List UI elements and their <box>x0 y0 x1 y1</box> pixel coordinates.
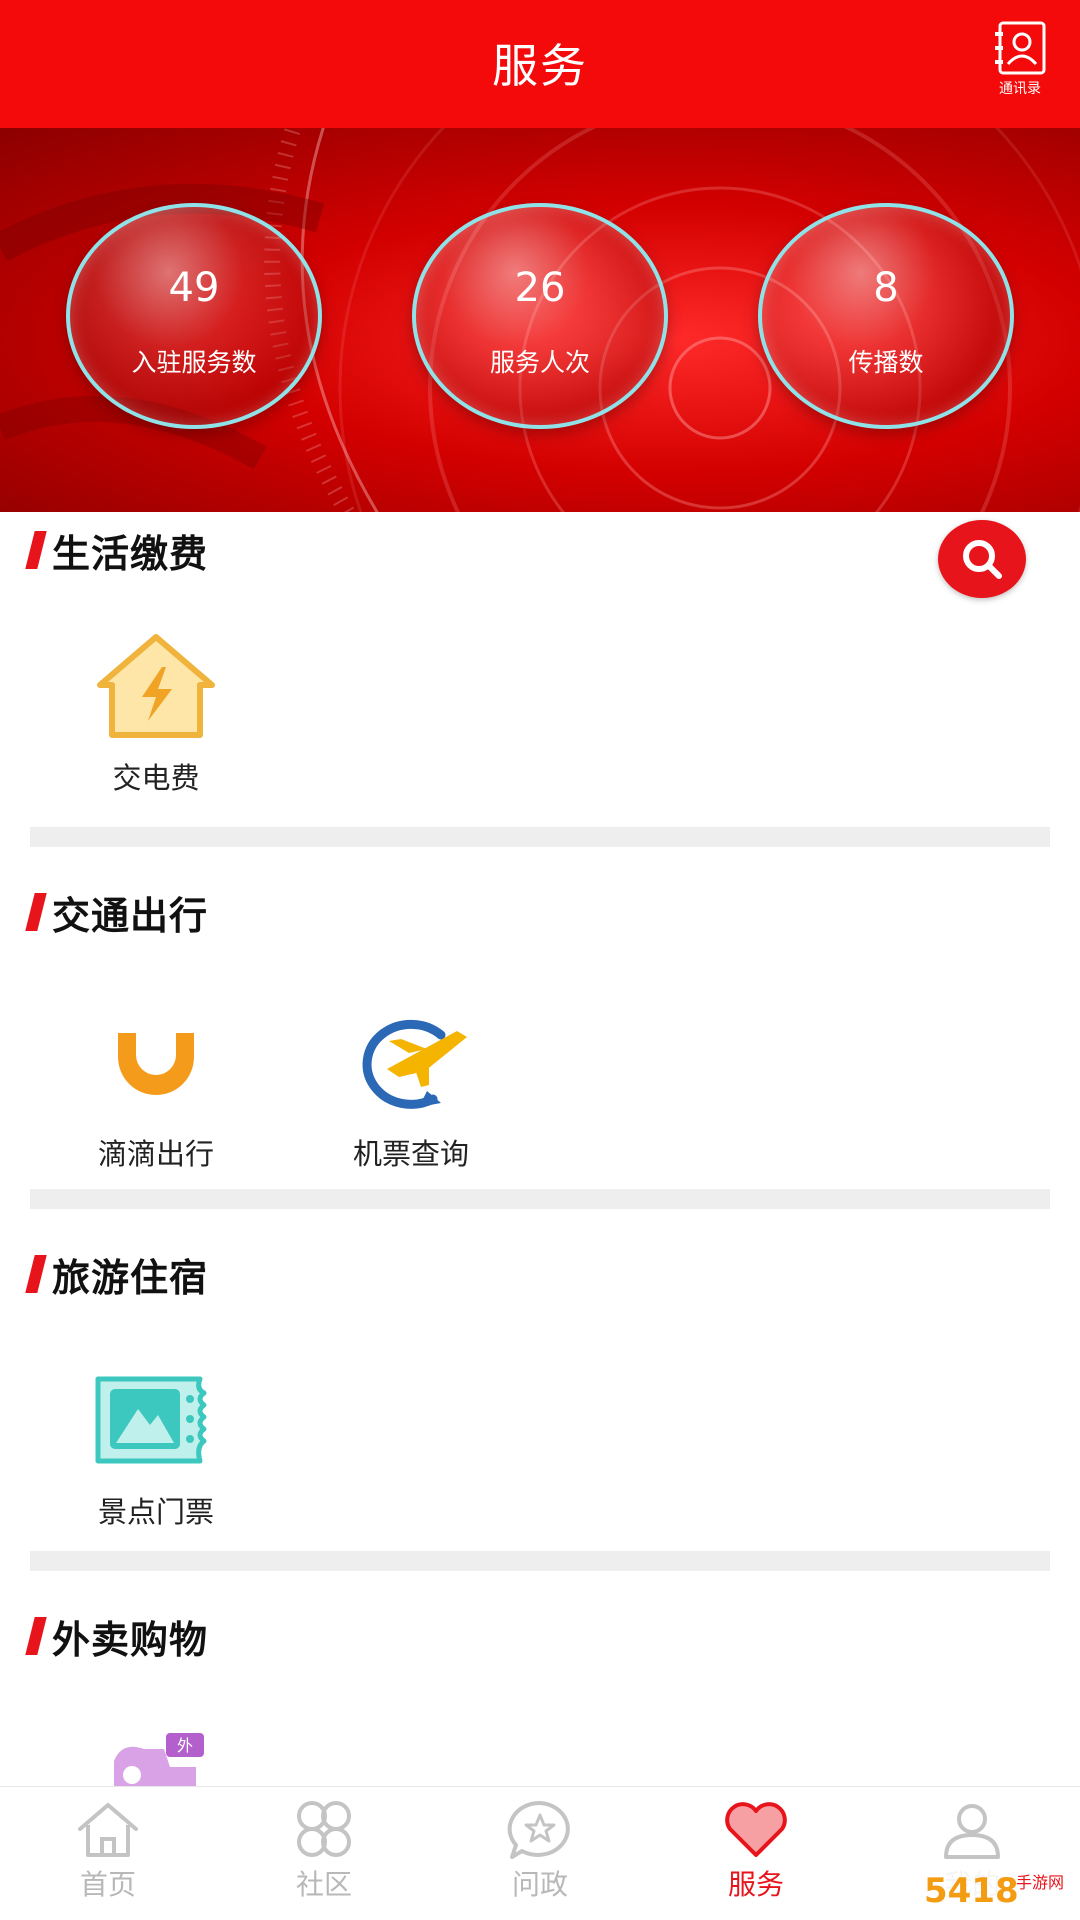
section-title-text: 生活缴费 <box>52 531 209 576</box>
stats-banner: 49 入驻服务数 26 服务人次 8 传播数 <box>0 128 1080 512</box>
stat-bubble-visits: 26 服务人次 <box>412 203 668 429</box>
stat-value: 26 <box>514 265 566 311</box>
section-title: 旅游住宿 <box>25 1251 208 1300</box>
site-watermark-logo: 5418 手游网 <box>918 1862 1078 1918</box>
service-label: 机票查询 <box>352 1137 469 1171</box>
stat-value: 8 <box>873 265 899 311</box>
airplane-icon <box>362 1019 467 1109</box>
service-label: 滴滴出行 <box>97 1137 214 1171</box>
svg-text:手游网: 手游网 <box>1016 1873 1064 1892</box>
service-didi[interactable]: 滴滴出行 <box>66 1007 246 1173</box>
user-icon <box>944 1804 1000 1859</box>
nav-label: 首页 <box>79 1868 136 1901</box>
contacts-icon <box>995 21 1046 75</box>
title-accent-bar <box>25 1255 47 1293</box>
nav-item-community[interactable]: 社区 <box>216 1787 432 1920</box>
nav-label: 社区 <box>295 1868 352 1901</box>
page-title: 服务 <box>492 39 588 93</box>
electric-house-icon <box>97 634 215 738</box>
contacts-label: 通讯录 <box>999 81 1041 97</box>
section-title-text: 外卖购物 <box>52 1617 209 1662</box>
section-divider <box>30 827 1050 847</box>
section-title-text: 交通出行 <box>52 893 209 938</box>
stat-value: 49 <box>168 265 220 311</box>
title-accent-bar <box>25 531 47 569</box>
section-title: 外卖购物 <box>25 1613 208 1662</box>
nav-label: 服务 <box>727 1868 784 1901</box>
nav-label: 问政 <box>511 1868 568 1901</box>
top-header: 服务 通讯录 <box>0 0 1080 128</box>
stat-label: 传播数 <box>848 348 924 377</box>
section-title: 交通出行 <box>25 889 208 938</box>
service-attraction-tickets[interactable]: 景点门票 <box>66 1365 246 1531</box>
heart-icon <box>725 1802 787 1857</box>
stat-label: 服务人次 <box>489 348 590 377</box>
section-travel-lodging: 旅游住宿 景点门票 <box>0 1251 1080 1541</box>
nav-item-services[interactable]: 服务 <box>648 1787 864 1920</box>
stat-bubble-shares: 8 传播数 <box>758 203 1014 429</box>
star-chat-icon <box>507 1800 570 1859</box>
service-takeaway[interactable]: 外 <box>66 1731 246 1786</box>
contacts-button[interactable]: 通讯录 <box>988 20 1052 102</box>
nav-item-inquiry[interactable]: 问政 <box>432 1787 648 1920</box>
section-divider <box>30 1551 1050 1571</box>
section-title: 生活缴费 <box>25 527 208 576</box>
stat-label: 入驻服务数 <box>131 348 257 377</box>
service-flight[interactable]: 机票查询 <box>321 1007 501 1173</box>
section-living-payment: 生活缴费 交电费 <box>0 527 1080 807</box>
service-label: 景点门票 <box>97 1495 214 1529</box>
service-electricity[interactable]: 交电费 <box>66 631 246 797</box>
nav-item-home[interactable]: 首页 <box>0 1787 216 1920</box>
service-label: 交电费 <box>112 761 200 795</box>
community-icon <box>297 1801 351 1857</box>
svg-text:5418: 5418 <box>924 1871 1019 1911</box>
section-title-text: 旅游住宿 <box>52 1255 209 1300</box>
section-transport: 交通出行 滴滴出行 机票查询 <box>0 889 1080 1179</box>
svg-text:外: 外 <box>177 1736 193 1755</box>
home-icon <box>78 1803 138 1857</box>
section-takeaway-shopping: 外卖购物 外 <box>0 1613 1080 1786</box>
title-accent-bar <box>25 893 47 931</box>
ticket-icon <box>95 1376 207 1464</box>
takeaway-icon: 外 <box>114 1733 204 1786</box>
didi-icon <box>118 1027 194 1095</box>
stat-bubble-services: 49 入驻服务数 <box>66 203 322 429</box>
title-accent-bar <box>25 1617 47 1655</box>
section-divider <box>30 1189 1050 1209</box>
